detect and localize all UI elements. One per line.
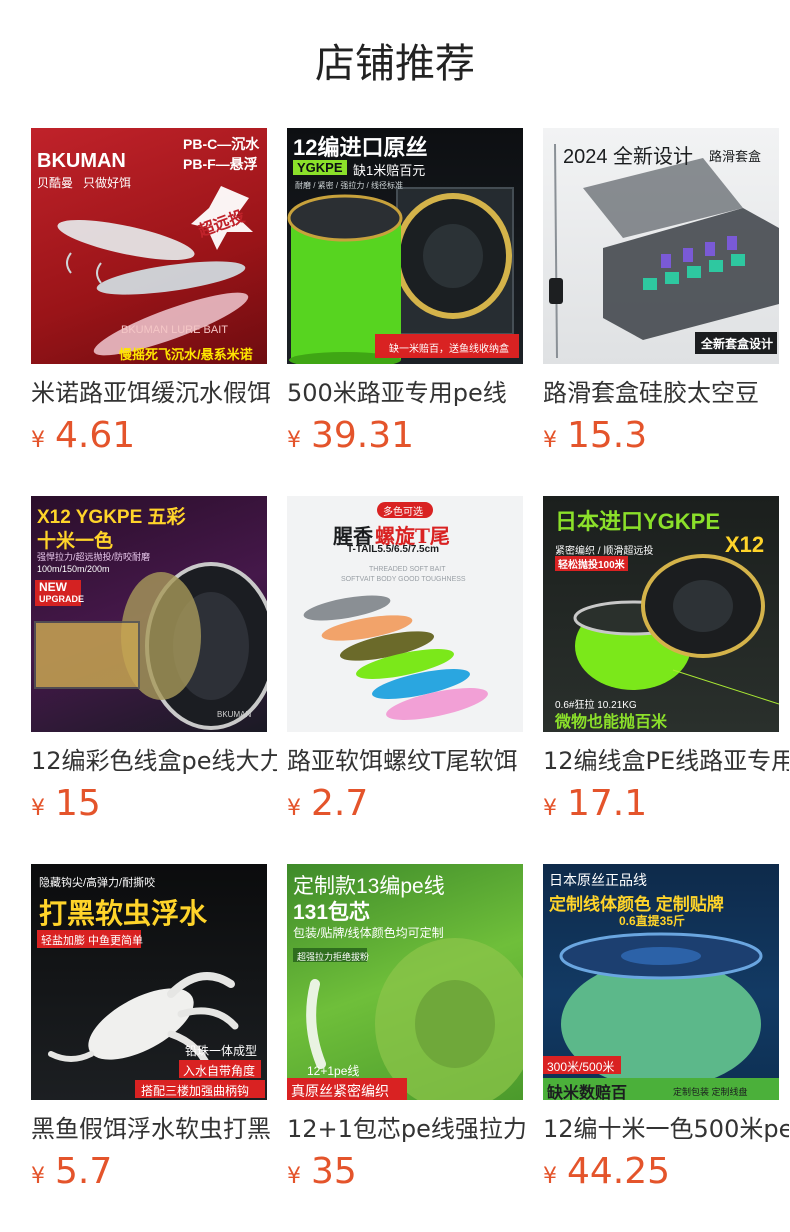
product-price: ¥2.7: [287, 782, 368, 826]
product-image[interactable]: 日本原丝正品线 定制线体颜色 定制贴牌 0.6直提35斤 300米/500米 缺…: [543, 864, 779, 1100]
product-card[interactable]: 2024 全新设计 路滑套盒 全新套盒设计 路滑套盒硅胶太空豆 ¥15.3: [543, 128, 789, 468]
product-name[interactable]: 黑鱼假饵浮水软虫打黑: [31, 1112, 277, 1146]
product-name[interactable]: 500米路亚专用pe线: [287, 376, 533, 410]
page-title: 店铺推荐: [315, 41, 475, 87]
product-price: ¥17.1: [543, 782, 647, 826]
product-image[interactable]: 日本进口YGKPE X12 紧密编织 / 顺滑超远投 轻松抛投100米 0.6#…: [543, 496, 779, 732]
product-card[interactable]: 多色可选 腥香 螺旋T尾 T-TAIL5.5/6.5/7.5cm THREADE…: [287, 496, 533, 836]
product-price: ¥15: [31, 782, 101, 826]
product-price: ¥39.31: [287, 414, 414, 458]
product-card[interactable]: 12编进口原丝 YGKPE 缺1米赔百元 耐磨 / 紧密 / 强拉力 / 线径标…: [287, 128, 533, 468]
currency-symbol: ¥: [287, 428, 301, 453]
product-image[interactable]: 2024 全新设计 路滑套盒 全新套盒设计: [543, 128, 779, 364]
product-name[interactable]: 12编十米一色500米pe线: [543, 1112, 789, 1146]
product-price: ¥4.61: [31, 414, 135, 458]
currency-symbol: ¥: [287, 796, 301, 821]
product-card[interactable]: 定制款13编pe线 131包芯 包装/贴牌/线体颜色均可定制 超强拉力拒绝拔粉 …: [287, 864, 533, 1204]
product-image[interactable]: BKUMAN 贝酷曼 只做好饵 PB-C—沉水 PB-F—悬浮 超远投 BKUM…: [31, 128, 267, 364]
currency-symbol: ¥: [31, 428, 45, 453]
product-name[interactable]: 路亚软饵螺纹T尾软饵: [287, 744, 533, 778]
product-image[interactable]: X12 YGKPE 五彩 十米一色 强悍拉力/超远抛投/防咬耐磨 100m/15…: [31, 496, 267, 732]
currency-symbol: ¥: [543, 796, 557, 821]
currency-symbol: ¥: [543, 428, 557, 453]
product-price: ¥15.3: [543, 414, 647, 458]
product-name[interactable]: 米诺路亚饵缓沉水假饵: [31, 376, 277, 410]
currency-symbol: ¥: [287, 1164, 301, 1189]
product-name[interactable]: 路滑套盒硅胶太空豆: [543, 376, 789, 410]
product-price: ¥35: [287, 1150, 357, 1194]
product-card[interactable]: 日本原丝正品线 定制线体颜色 定制贴牌 0.6直提35斤 300米/500米 缺…: [543, 864, 789, 1204]
product-image[interactable]: 定制款13编pe线 131包芯 包装/贴牌/线体颜色均可定制 超强拉力拒绝拔粉 …: [287, 864, 523, 1100]
product-name[interactable]: 12编彩色线盒pe线大力马: [31, 744, 277, 778]
currency-symbol: ¥: [31, 796, 45, 821]
product-card[interactable]: BKUMAN 贝酷曼 只做好饵 PB-C—沉水 PB-F—悬浮 超远投 BKUM…: [31, 128, 277, 468]
product-card[interactable]: X12 YGKPE 五彩 十米一色 强悍拉力/超远抛投/防咬耐磨 100m/15…: [31, 496, 277, 836]
currency-symbol: ¥: [31, 1164, 45, 1189]
product-card[interactable]: 日本进口YGKPE X12 紧密编织 / 顺滑超远投 轻松抛投100米 0.6#…: [543, 496, 789, 836]
product-image[interactable]: 12编进口原丝 YGKPE 缺1米赔百元 耐磨 / 紧密 / 强拉力 / 线径标…: [287, 128, 523, 364]
product-name[interactable]: 12+1包芯pe线强拉力: [287, 1112, 533, 1146]
product-image[interactable]: 多色可选 腥香 螺旋T尾 T-TAIL5.5/6.5/7.5cm THREADE…: [287, 496, 523, 732]
product-name[interactable]: 12编线盒PE线路亚专用: [543, 744, 789, 778]
product-price: ¥44.25: [543, 1150, 670, 1194]
currency-symbol: ¥: [543, 1164, 557, 1189]
brand-logo: BKUMAN: [37, 150, 126, 172]
product-card[interactable]: 隐藏钩尖/高弹力/耐撕咬 打黑软虫浮水 轻盐加膨 中鱼更简单 铅珠一体成型 入水…: [31, 864, 277, 1204]
product-price: ¥5.7: [31, 1150, 112, 1194]
product-image[interactable]: 隐藏钩尖/高弹力/耐撕咬 打黑软虫浮水 轻盐加膨 中鱼更简单 铅珠一体成型 入水…: [31, 864, 267, 1100]
